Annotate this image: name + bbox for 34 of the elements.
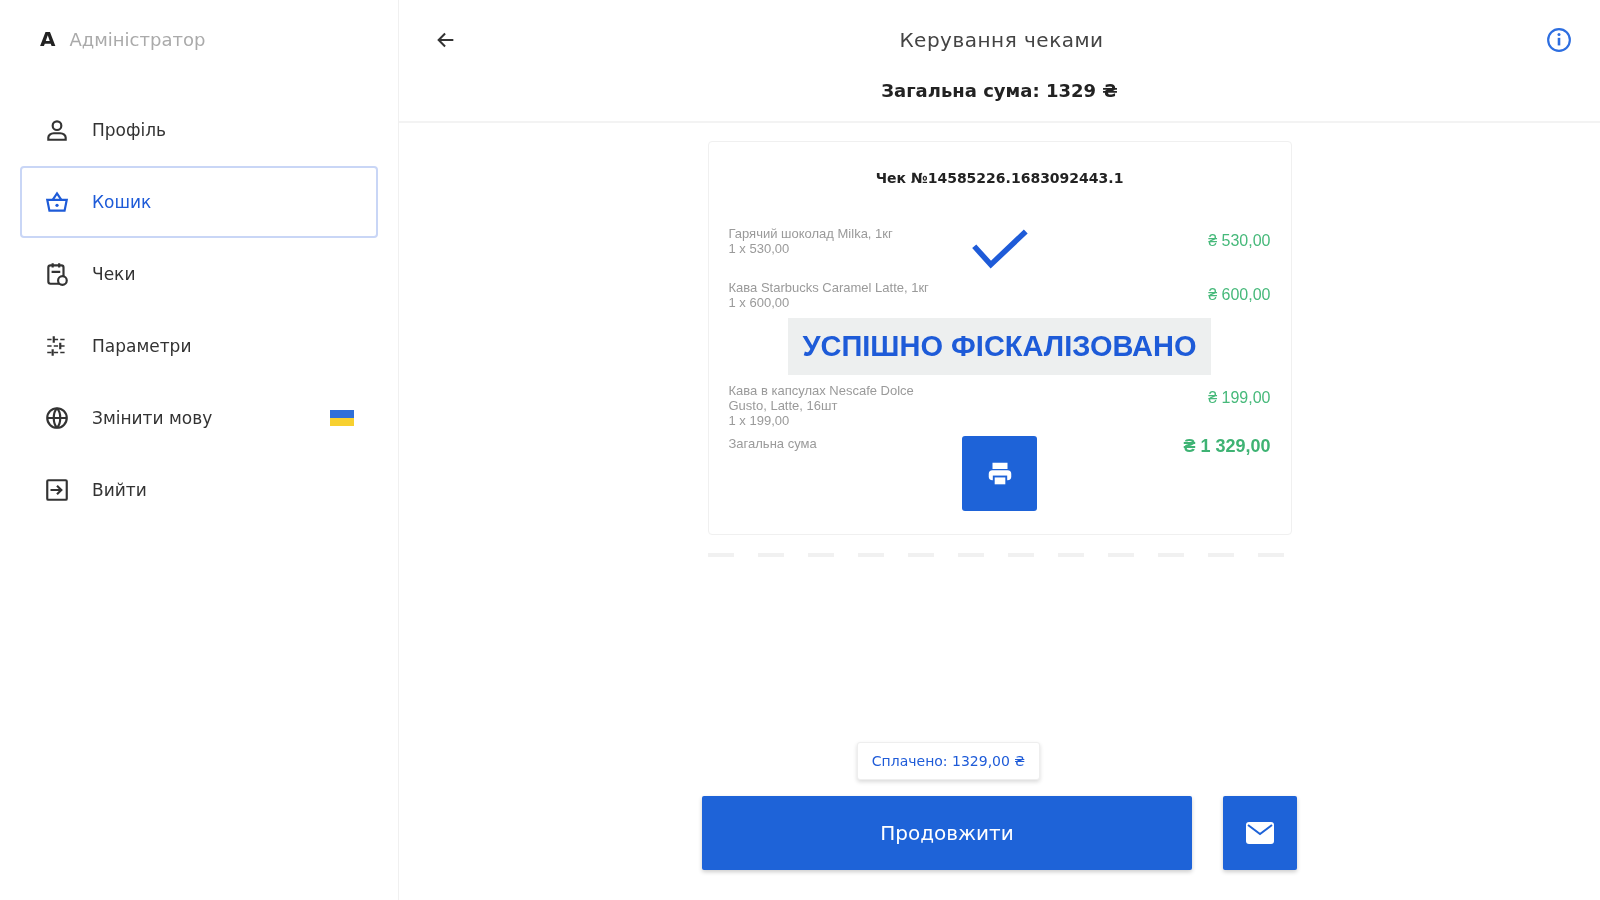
continue-button[interactable]: Продовжити: [702, 796, 1192, 870]
info-icon[interactable]: [1546, 27, 1572, 53]
receipts-icon: [44, 261, 70, 287]
total-label: Загальна сума: [728, 436, 818, 451]
user-icon: [44, 117, 70, 143]
item-quantity: 1 x 600,00: [728, 295, 791, 310]
email-button[interactable]: [1223, 796, 1297, 870]
sidebar-item[interactable]: Змінити мову: [20, 382, 378, 454]
basket-icon: [44, 189, 70, 215]
total-amount: ₴ 1 329,00: [1183, 436, 1271, 457]
item-quantity: 1 x 199,00: [728, 413, 791, 428]
paid-amount: Сплачено: 1329,00 ₴: [856, 742, 1041, 780]
globe-icon: [44, 405, 70, 431]
total-sum: Загальна сума: 1329 ₴: [881, 80, 1118, 101]
sidebar-item[interactable]: Вийти: [20, 454, 378, 526]
item-name: Гарячий шоколад Milka, 1кг: [728, 226, 894, 241]
envelope-icon: [1245, 821, 1275, 845]
user-name: Адміністратор: [69, 28, 206, 50]
item-amount: ₴ 530,00: [1208, 232, 1271, 250]
sidebar-item[interactable]: Параметри: [20, 310, 378, 382]
status-banner: УСПІШНО ФІСКАЛІЗОВАНО: [788, 318, 1211, 375]
item-amount: ₴ 199,00: [1208, 389, 1271, 407]
print-button[interactable]: [962, 436, 1037, 511]
user-initial: A: [40, 27, 56, 51]
sidebar-item[interactable]: Профіль: [20, 94, 378, 166]
item-quantity: 1 x 530,00: [728, 241, 791, 256]
sidebar-item[interactable]: Чеки: [20, 238, 378, 310]
logout-icon: [44, 477, 70, 503]
sidebar-item[interactable]: Кошик: [20, 166, 378, 238]
page-title: Керування чеками: [898, 28, 1105, 52]
receipt-title: Чек №14585226.1683092443.1: [874, 170, 1125, 186]
item-amount: ₴ 600,00: [1208, 286, 1271, 304]
item-name: Кава в капсулах Nescafe Dolce Gusto, Latte, 16шт: [728, 383, 915, 413]
item-name: Кава Starbucks Caramel Latte, 1кг: [728, 280, 930, 295]
